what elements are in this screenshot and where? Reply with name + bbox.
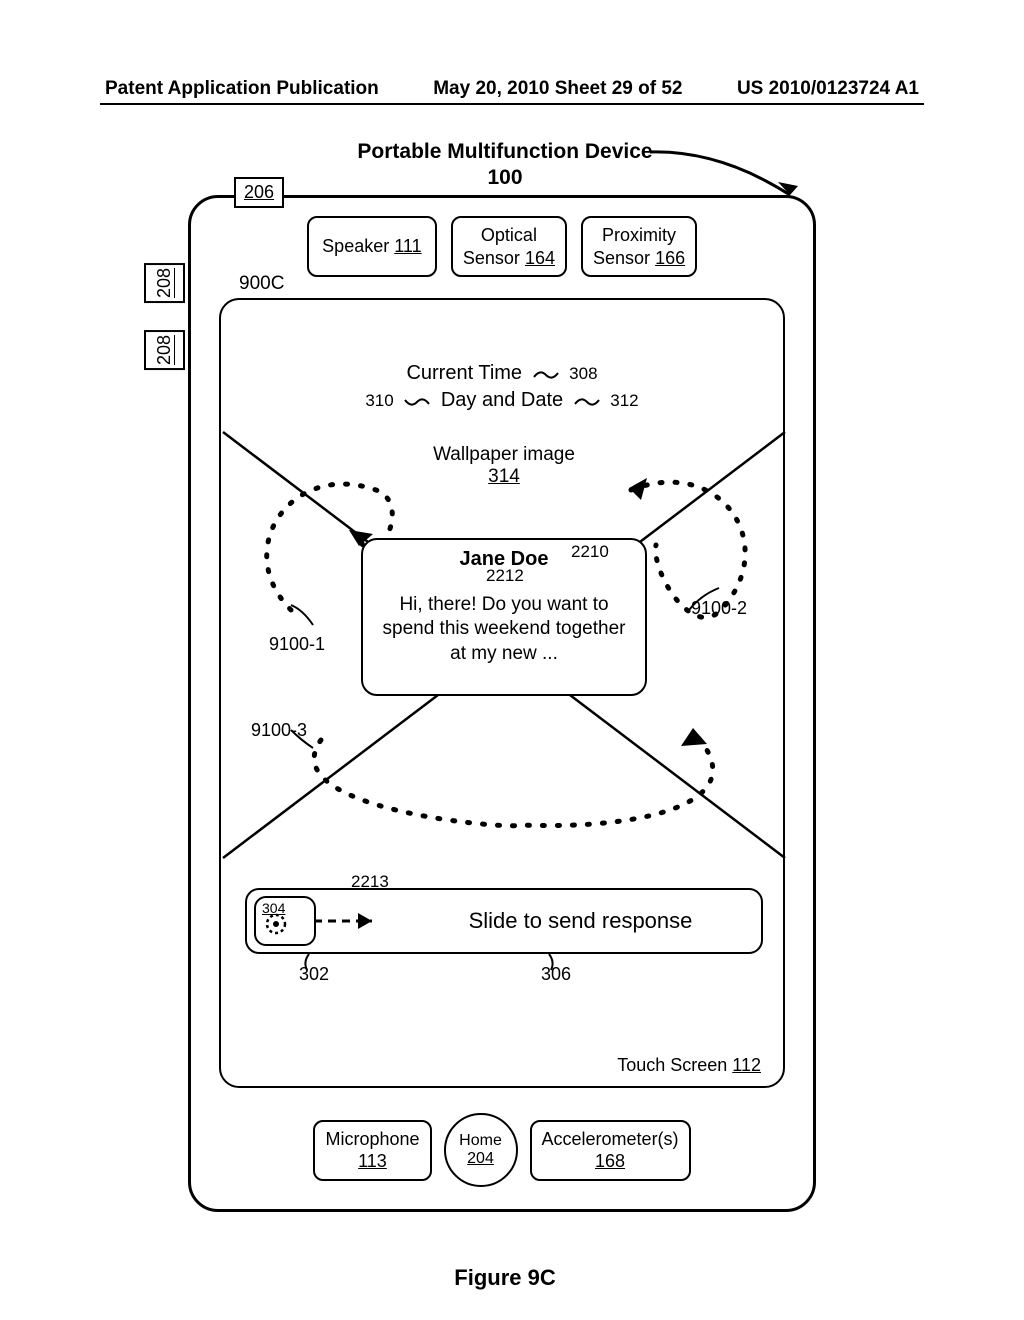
optical-label1: Optical	[463, 224, 555, 247]
ref-312: 312	[610, 391, 638, 410]
slider-knob[interactable]: 304	[254, 896, 316, 946]
ref-206: 206	[234, 177, 284, 208]
accelerometer-box: Accelerometer(s) 168	[530, 1120, 691, 1181]
touchscreen-label: Touch Screen 112	[617, 1055, 761, 1076]
microphone-num: 113	[325, 1150, 419, 1173]
day-date-row: 310 Day and Date 312	[221, 389, 783, 412]
header-left: Patent Application Publication	[105, 78, 379, 100]
slider-text: Slide to send response	[400, 908, 761, 934]
slide-direction-arrow-icon	[310, 906, 400, 936]
lead-tilde-icon	[573, 394, 601, 408]
current-time-label: Current Time	[406, 362, 522, 384]
microphone-label: Microphone	[325, 1128, 419, 1151]
ref-900c: 900C	[239, 273, 284, 295]
bottom-row: Microphone 113 Home 204 Accelerometer(s)…	[191, 1113, 813, 1187]
home-num: 204	[467, 1150, 494, 1168]
figure-caption: Figure 9C	[160, 1265, 850, 1291]
proximity-sensor-box: Proximity Sensor 166	[581, 216, 697, 277]
optical-num: 164	[525, 248, 555, 268]
ref-308: 308	[569, 364, 597, 383]
home-button[interactable]: Home 204	[444, 1113, 518, 1187]
optical-label2: Sensor	[463, 248, 520, 268]
day-date-label: Day and Date	[441, 389, 563, 411]
microphone-box: Microphone 113	[313, 1120, 431, 1181]
touchscreen-text: Touch Screen	[617, 1055, 727, 1075]
page-header: Patent Application Publication May 20, 2…	[105, 78, 919, 100]
header-center: May 20, 2010 Sheet 29 of 52	[433, 78, 682, 100]
device-body: Speaker 111 Optical Sensor 164 Proximity…	[188, 195, 816, 1212]
ref-2212: 2212	[486, 566, 524, 586]
touchscreen[interactable]: Current Time 308 310 Day and Date 312 Wa…	[219, 298, 785, 1088]
ref-304: 304	[262, 900, 285, 916]
speaker-box: Speaker 111	[307, 216, 437, 277]
speaker-num: 111	[394, 236, 421, 256]
wallpaper-zone: Wallpaper image 314	[221, 430, 787, 860]
ref-302: 302	[299, 964, 329, 985]
touchscreen-num: 112	[732, 1055, 761, 1075]
ref-9100-3: 9100-3	[251, 720, 307, 741]
proximity-label1: Proximity	[593, 224, 685, 247]
header-rule	[100, 103, 924, 105]
accelerometer-label: Accelerometer(s)	[542, 1128, 679, 1151]
current-time-row: Current Time 308	[221, 362, 783, 385]
home-label: Home	[459, 1132, 502, 1150]
proximity-label2: Sensor	[593, 248, 650, 268]
slide-to-respond[interactable]: 304 Slide to send response	[245, 888, 763, 954]
ref-9100-1: 9100-1	[269, 634, 325, 655]
figure-area: Portable Multifunction Device 100 206 20…	[160, 140, 850, 190]
ref-208-bottom: 208	[144, 330, 185, 370]
header-right: US 2010/0123724 A1	[737, 78, 919, 100]
speaker-label: Speaker	[322, 236, 389, 256]
lead-tilde-icon	[532, 367, 560, 381]
top-sensor-row: Speaker 111 Optical Sensor 164 Proximity…	[191, 216, 813, 277]
ref-310: 310	[365, 391, 393, 410]
ref-2210: 2210	[571, 542, 609, 562]
proximity-num: 166	[655, 248, 685, 268]
ref-9100-2: 9100-2	[691, 598, 747, 619]
accelerometer-num: 168	[542, 1150, 679, 1173]
message-body: Hi, there! Do you want to spend this wee…	[375, 593, 633, 666]
ref-306: 306	[541, 964, 571, 985]
lead-tilde-icon	[403, 394, 431, 408]
optical-sensor-box: Optical Sensor 164	[451, 216, 567, 277]
ref-208-top: 208	[144, 263, 185, 303]
